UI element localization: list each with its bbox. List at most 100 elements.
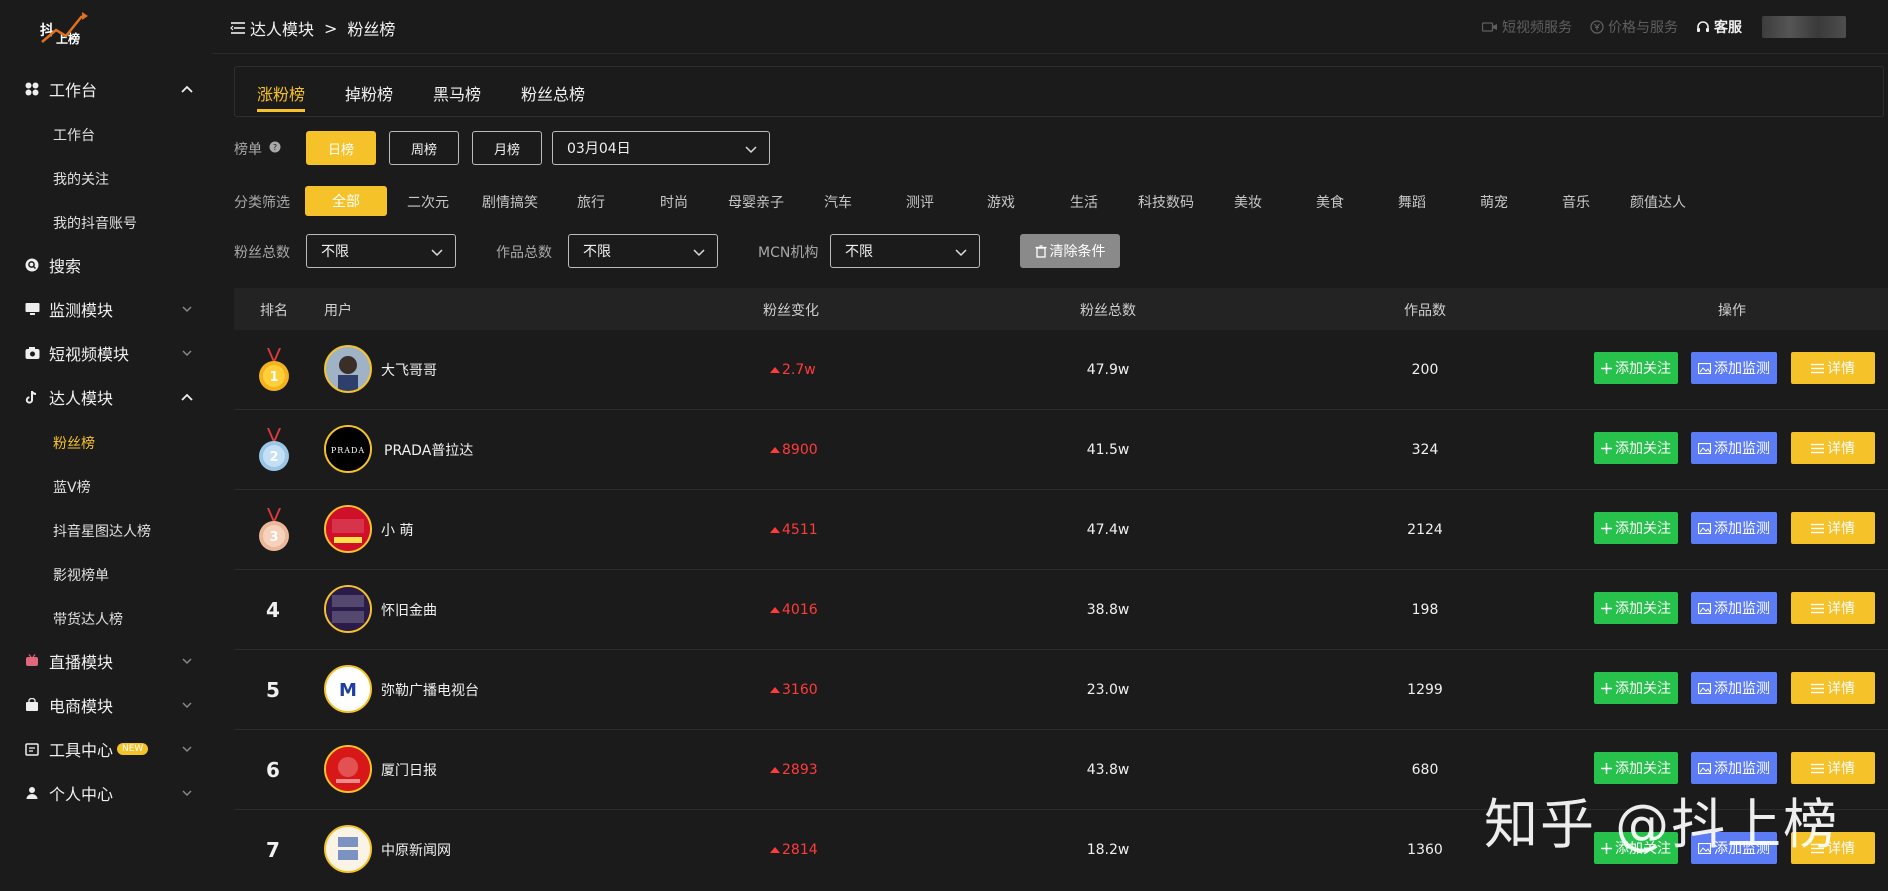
user-name[interactable]: 小 萌	[381, 520, 413, 540]
category-item[interactable]: 游戏	[987, 192, 1015, 212]
category-item[interactable]: 萌宠	[1480, 192, 1508, 212]
sidebar-section-monitor[interactable]: 监测模块	[24, 294, 194, 324]
help-icon[interactable]: ?	[269, 141, 281, 153]
sidebar-item-my-douyin-account[interactable]: 我的抖音账号	[53, 213, 137, 233]
header-links: 短视频服务 价格与服务 客服	[1464, 16, 1846, 38]
tab-fans-loss[interactable]: 掉粉榜	[345, 81, 393, 105]
sidebar-section-influencer[interactable]: 达人模块	[24, 382, 194, 412]
user-name[interactable]: 大飞哥哥	[381, 360, 437, 380]
tab-total-fans[interactable]: 粉丝总榜	[521, 81, 585, 105]
tab-fans-gain[interactable]: 涨粉榜	[257, 81, 306, 112]
image-icon	[1698, 362, 1711, 374]
add-monitor-button[interactable]: 添加监测	[1691, 592, 1777, 624]
menu-toggle-icon[interactable]	[230, 21, 246, 35]
fans-total: 23.0w	[1086, 682, 1130, 698]
tool-icon	[24, 741, 40, 757]
period-monthly-button[interactable]: 月榜	[472, 131, 542, 165]
category-item[interactable]: 美妆	[1234, 192, 1262, 212]
sidebar-item-workbench[interactable]: 工作台	[53, 125, 95, 145]
detail-button[interactable]: 详情	[1791, 352, 1875, 384]
sidebar-section-ecommerce[interactable]: 电商模块	[24, 690, 194, 720]
mcn-select[interactable]: 不限	[830, 234, 980, 268]
avatar[interactable]: M	[324, 665, 372, 713]
pricing-link[interactable]: 价格与服务	[1590, 17, 1678, 37]
up-arrow-icon	[770, 447, 780, 453]
sidebar-section-short-video[interactable]: 短视频模块	[24, 338, 194, 368]
category-all-button[interactable]: 全部	[305, 186, 387, 216]
add-follow-button[interactable]: 添加关注	[1594, 432, 1678, 464]
sidebar-item-fans-rank[interactable]: 粉丝榜	[53, 433, 95, 453]
fans-total-select[interactable]: 不限	[306, 234, 456, 268]
add-monitor-button[interactable]: 添加监测	[1691, 672, 1777, 704]
customer-service-link[interactable]: 客服	[1696, 17, 1742, 37]
category-item[interactable]: 科技数码	[1138, 192, 1194, 212]
sidebar-item-sales-rank[interactable]: 带货达人榜	[53, 609, 123, 629]
list-icon	[1811, 443, 1824, 453]
detail-button[interactable]: 详情	[1791, 512, 1875, 544]
detail-button[interactable]: 详情	[1791, 432, 1875, 464]
category-item[interactable]: 生活	[1070, 192, 1098, 212]
avatar[interactable]	[324, 585, 372, 633]
clear-filters-button[interactable]: 清除条件	[1020, 234, 1120, 268]
list-icon	[1811, 363, 1824, 373]
table-row: 1 大飞哥哥 2.7w 47.9w 200 添加关注 添加监测 详情	[234, 330, 1888, 410]
category-item[interactable]: 颜值达人	[1630, 192, 1686, 212]
avatar[interactable]	[324, 505, 372, 553]
sidebar-section-personal[interactable]: 个人中心	[24, 778, 194, 808]
add-monitor-button[interactable]: 添加监测	[1691, 352, 1777, 384]
user-name[interactable]: 中原新闻网	[381, 840, 451, 860]
category-item[interactable]: 音乐	[1562, 192, 1590, 212]
category-item[interactable]: 旅行	[577, 192, 605, 212]
image-icon	[1698, 522, 1711, 534]
up-arrow-icon	[770, 847, 780, 853]
tiktok-icon	[24, 389, 40, 405]
category-item[interactable]: 汽车	[824, 192, 852, 212]
sidebar-section-live[interactable]: 直播模块	[24, 646, 194, 676]
tab-dark-horse[interactable]: 黑马榜	[433, 81, 481, 105]
camera-icon	[24, 345, 40, 361]
sidebar-section-tools[interactable]: 工具中心 NEW	[24, 734, 194, 764]
add-follow-button[interactable]: 添加关注	[1594, 672, 1678, 704]
detail-button[interactable]: 详情	[1791, 672, 1875, 704]
avatar[interactable]: PRADA	[324, 425, 372, 473]
detail-button[interactable]: 详情	[1791, 592, 1875, 624]
grid-icon	[24, 81, 40, 97]
app-logo[interactable]: 抖 上榜	[38, 8, 94, 48]
category-item[interactable]: 二次元	[407, 192, 449, 212]
user-name[interactable]: 弥勒广播电视台	[381, 680, 479, 700]
date-select[interactable]: 03月04日	[552, 131, 770, 165]
works-count: 198	[1411, 602, 1439, 618]
add-follow-button[interactable]: 添加关注	[1594, 352, 1678, 384]
period-daily-button[interactable]: 日榜	[306, 131, 376, 165]
sidebar-section-search[interactable]: 搜索	[24, 250, 194, 280]
user-name[interactable]: 厦门日报	[381, 760, 437, 780]
category-item[interactable]: 测评	[906, 192, 934, 212]
sidebar-item-film-rank[interactable]: 影视榜单	[53, 565, 109, 585]
category-item[interactable]: 美食	[1316, 192, 1344, 212]
category-item[interactable]: 母婴亲子	[728, 192, 784, 212]
avatar[interactable]	[324, 825, 372, 873]
add-monitor-button[interactable]: 添加监测	[1691, 432, 1777, 464]
sidebar-item-xingtu-rank[interactable]: 抖音星图达人榜	[53, 521, 151, 541]
mcn-label: MCN机构	[758, 245, 819, 261]
category-item[interactable]: 舞蹈	[1398, 192, 1426, 212]
category-item[interactable]: 剧情搞笑	[482, 192, 538, 212]
user-account-blurred[interactable]	[1762, 16, 1846, 38]
works-total-select[interactable]: 不限	[568, 234, 718, 268]
sidebar-item-bluev-rank[interactable]: 蓝V榜	[53, 477, 91, 497]
avatar[interactable]	[324, 345, 372, 393]
period-weekly-button[interactable]: 周榜	[389, 131, 459, 165]
add-monitor-button[interactable]: 添加监测	[1691, 512, 1777, 544]
sidebar-item-my-follows[interactable]: 我的关注	[53, 169, 109, 189]
short-video-service-link[interactable]: 短视频服务	[1482, 17, 1572, 37]
user-name[interactable]: 怀旧金曲	[381, 600, 437, 620]
table-row: 4 怀旧金曲 4016 38.8w 198 添加关注 添加监测 详情	[234, 570, 1888, 650]
category-item[interactable]: 时尚	[660, 192, 688, 212]
avatar[interactable]	[324, 745, 372, 793]
user-name[interactable]: PRADA普拉达	[384, 440, 473, 460]
breadcrumb-item-influencer[interactable]: 达人模块	[250, 16, 314, 40]
add-follow-button[interactable]: 添加关注	[1594, 592, 1678, 624]
add-follow-button[interactable]: 添加关注	[1594, 512, 1678, 544]
sidebar-section-workbench[interactable]: 工作台	[24, 74, 194, 104]
list-icon	[1811, 603, 1824, 613]
